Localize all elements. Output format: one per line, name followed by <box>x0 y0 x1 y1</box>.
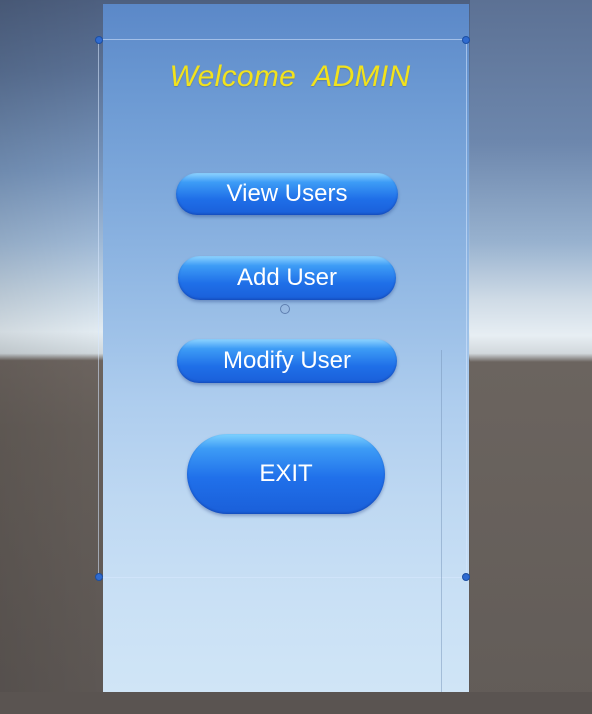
modify-user-button[interactable]: Modify User <box>177 339 397 383</box>
rect-tool-edge-left <box>98 39 99 578</box>
rect-handle-bottom-right-icon[interactable] <box>462 573 470 581</box>
add-user-button[interactable]: Add User <box>178 256 396 300</box>
pivot-circle-icon[interactable] <box>280 304 290 314</box>
rect-tool-edge-right <box>466 39 467 578</box>
editor-scene-view: Welcome ADMIN View Users Add User Modify… <box>0 0 592 714</box>
view-users-label: View Users <box>226 180 348 207</box>
panel-guide-line <box>441 350 442 692</box>
scene-background-right <box>470 0 592 714</box>
scene-ground-strip <box>0 692 592 714</box>
rect-handle-top-right-icon[interactable] <box>462 36 470 44</box>
exit-label: EXIT <box>259 460 313 487</box>
exit-button[interactable]: EXIT <box>187 434 385 514</box>
add-user-label: Add User <box>236 264 338 291</box>
rect-tool-edge-top <box>98 39 466 40</box>
rect-handle-top-left-icon[interactable] <box>95 36 103 44</box>
rect-handle-bottom-left-icon[interactable] <box>95 573 103 581</box>
rect-tool-edge-bottom <box>98 577 466 578</box>
welcome-title: Welcome ADMIN <box>169 60 411 93</box>
view-users-button[interactable]: View Users <box>176 173 398 215</box>
modify-user-label: Modify User <box>222 347 352 374</box>
scene-background-left <box>0 0 103 714</box>
